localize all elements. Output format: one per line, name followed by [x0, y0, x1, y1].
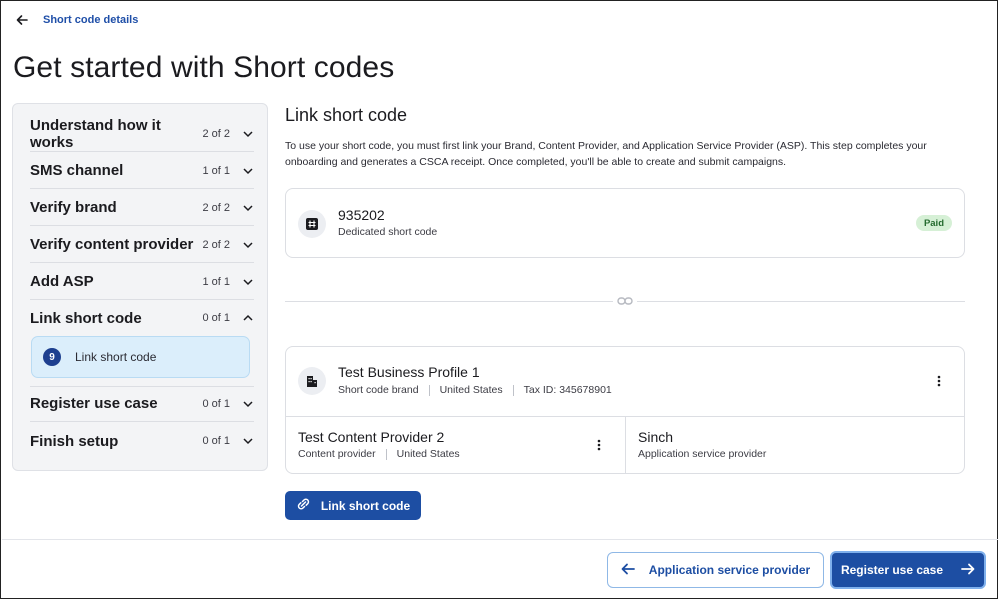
step-link-short-code[interactable]: Link short code 0 of 1: [30, 300, 254, 336]
content-provider-role: Content provider: [298, 448, 376, 460]
divider: [625, 416, 626, 473]
status-badge: Paid: [915, 215, 952, 231]
steps-sidebar: Understand how it works 2 of 2 SMS chann…: [12, 103, 268, 471]
app-window: Short code details Get started with Shor…: [0, 0, 998, 599]
step-name: SMS channel: [30, 162, 124, 179]
arrow-left-icon: [621, 563, 635, 578]
link-icon: [296, 498, 311, 513]
substep-label: Link short code: [75, 350, 157, 364]
step-name: Link short code: [30, 309, 142, 327]
step-count: 0 of 1: [202, 435, 230, 447]
step-count: 2 of 2: [202, 127, 230, 140]
chevron-up-icon: [242, 312, 254, 324]
button-label: Application service provider: [648, 563, 811, 577]
brand-country: United States: [439, 384, 503, 396]
breadcrumb-link[interactable]: Short code details: [43, 14, 138, 26]
step-verify-content-provider[interactable]: Verify content provider 2 of 2: [30, 227, 254, 263]
section-title: Link short code: [285, 105, 408, 125]
button-label: Link short code: [320, 498, 411, 513]
link-short-code-button[interactable]: Link short code: [285, 491, 421, 520]
step-verify-brand[interactable]: Verify brand 2 of 2: [30, 190, 254, 226]
step-count: 0 of 1: [202, 312, 230, 324]
step-understand-how-it-works[interactable]: Understand how it works 2 of 2: [30, 116, 254, 152]
next-button[interactable]: Register use case: [830, 551, 986, 589]
more-vertical-icon[interactable]: [933, 374, 945, 388]
asp-name: Sinch: [638, 429, 674, 445]
page-title: Get started with Short codes: [13, 51, 395, 84]
link-icon: [613, 293, 637, 309]
brand-name: Test Business Profile 1: [338, 364, 480, 380]
chevron-down-icon: [242, 276, 254, 288]
business-profile-card: Test Business Profile 1 Short code brand…: [285, 346, 965, 474]
breadcrumb: Short code details: [15, 13, 138, 27]
chevron-down-icon: [242, 398, 254, 410]
chevron-down-icon: [242, 165, 254, 177]
chevron-down-icon: [242, 202, 254, 214]
short-code-type: Dedicated short code: [338, 226, 438, 238]
brand-role: Short code brand: [338, 384, 419, 396]
substep-number: 9: [43, 348, 61, 366]
step-finish-setup[interactable]: Finish setup 0 of 1: [30, 423, 254, 459]
step-name: Add ASP: [30, 273, 94, 290]
footer-divider: [2, 539, 998, 540]
building-icon: [298, 367, 326, 395]
chevron-down-icon: [242, 435, 254, 447]
content-provider-country: United States: [396, 448, 460, 460]
brand-meta: Short code brand United States Tax ID: 3…: [338, 384, 612, 396]
chevron-down-icon: [242, 239, 254, 251]
back-button[interactable]: Application service provider: [607, 552, 824, 588]
step-count: 1 of 1: [202, 164, 230, 177]
step-name: Verify content provider: [30, 236, 194, 253]
content-provider-meta: Content provider United States: [298, 448, 460, 460]
step-name: Finish setup: [30, 432, 119, 450]
more-vertical-icon[interactable]: [593, 438, 605, 452]
step-sms-channel[interactable]: SMS channel 1 of 1: [30, 153, 254, 189]
step-count: 2 of 2: [202, 238, 230, 251]
intro-text: To use your short code, you must first l…: [285, 140, 927, 168]
step-name: Register use case: [30, 395, 158, 412]
chevron-down-icon: [242, 128, 254, 140]
asp-role: Application service provider: [638, 448, 767, 460]
arrow-left-icon[interactable]: [15, 13, 29, 27]
content-provider-name: Test Content Provider 2: [298, 429, 445, 445]
short-code-number: 935202: [338, 207, 385, 223]
arrow-right-icon: [961, 563, 975, 578]
step-count: 2 of 2: [202, 201, 230, 214]
step-count: 1 of 1: [202, 275, 230, 288]
button-label: Register use case: [840, 563, 944, 577]
short-code-card: 935202 Dedicated short code Paid: [285, 188, 965, 258]
step-name: Understand how it works: [30, 116, 161, 151]
separator: [385, 448, 387, 460]
substep-link-short-code[interactable]: 9 Link short code: [31, 336, 250, 378]
hash-icon: [298, 210, 326, 238]
step-count: 0 of 1: [202, 397, 230, 410]
step-name: Verify brand: [30, 199, 117, 216]
step-add-asp[interactable]: Add ASP 1 of 1: [30, 264, 254, 300]
brand-tax-id: Tax ID: 345678901: [523, 384, 612, 396]
separator: [512, 384, 514, 396]
separator: [428, 384, 430, 396]
step-register-use-case[interactable]: Register use case 0 of 1: [30, 386, 254, 422]
